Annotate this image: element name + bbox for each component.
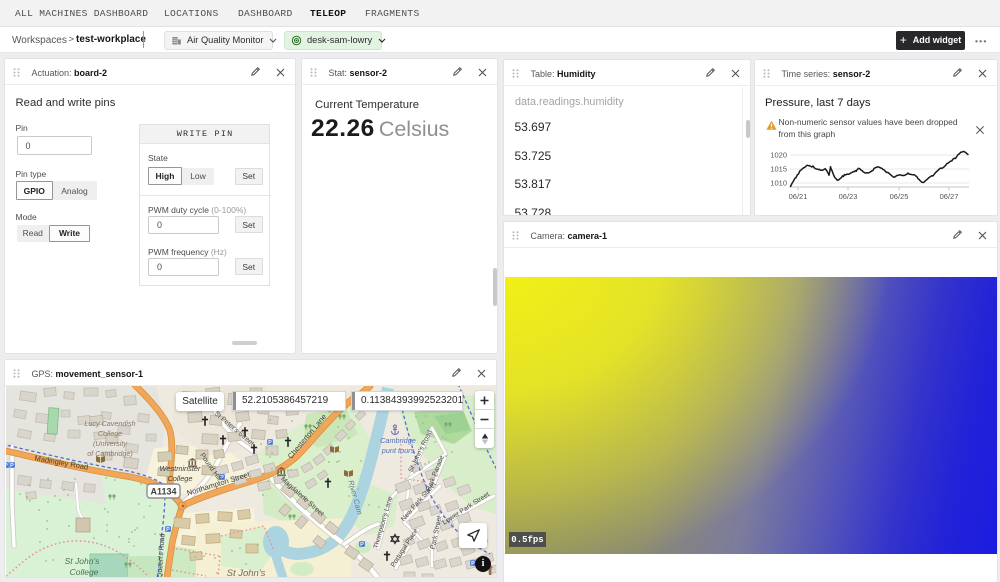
- svg-text:1020: 1020: [770, 151, 787, 160]
- svg-text:P: P: [10, 463, 14, 469]
- svg-text:College: College: [167, 474, 192, 483]
- svg-text:06/23: 06/23: [839, 192, 858, 201]
- svg-text:College: College: [70, 567, 99, 577]
- svg-text:P: P: [360, 542, 364, 548]
- svg-text:P: P: [6, 463, 8, 469]
- svg-text:St John's: St John's: [227, 568, 266, 578]
- svg-text:of Cambridge): of Cambridge): [87, 449, 133, 458]
- svg-text:St John's: St John's: [65, 556, 100, 566]
- svg-text:Westminster: Westminster: [160, 464, 201, 473]
- svg-text:P: P: [166, 527, 170, 533]
- svg-text:A1134: A1134: [150, 487, 176, 497]
- svg-text:Cambridge: Cambridge: [380, 436, 416, 445]
- svg-text:(University: (University: [93, 439, 127, 448]
- svg-text:06/21: 06/21: [789, 192, 808, 201]
- svg-text:06/27: 06/27: [940, 192, 959, 201]
- svg-text:punt tours: punt tours: [381, 446, 415, 455]
- svg-text:P: P: [268, 440, 272, 446]
- svg-text:1015: 1015: [770, 165, 787, 174]
- svg-text:College: College: [98, 429, 122, 438]
- svg-text:1010: 1010: [770, 179, 787, 188]
- svg-text:Lucy Cavendish: Lucy Cavendish: [84, 419, 135, 428]
- svg-text:06/25: 06/25: [890, 192, 909, 201]
